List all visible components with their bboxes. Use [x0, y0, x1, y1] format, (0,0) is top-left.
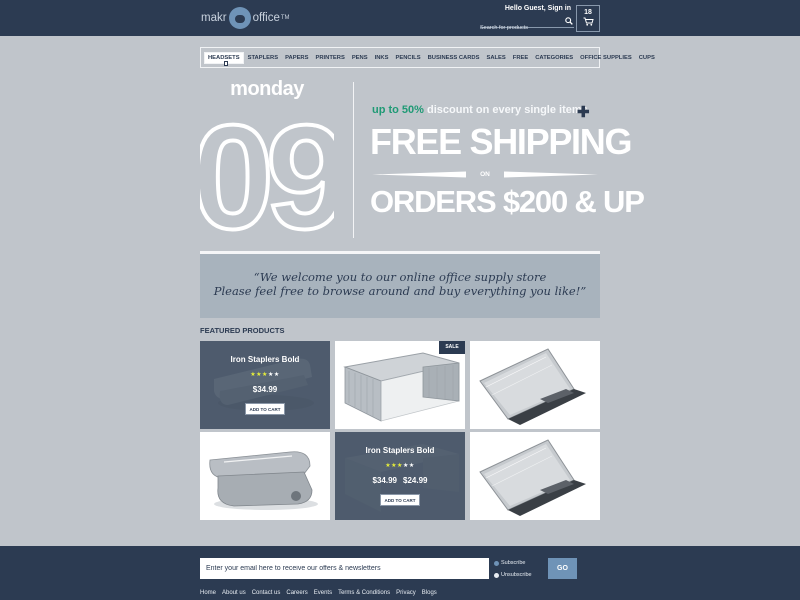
add-to-cart-button[interactable]: ADD TO CART [245, 403, 285, 415]
rating-stars: ★★★★★ [335, 462, 465, 469]
unsubscribe-label: Unsubscribe [501, 572, 532, 578]
nav-item-papers[interactable]: PAPERS [282, 53, 311, 63]
cart-button[interactable]: 18 [576, 5, 600, 32]
top-bar [0, 0, 800, 36]
nav-item-pencils[interactable]: PENCILS [392, 53, 423, 63]
featured-title: FEATURED PRODUCTS [200, 326, 285, 335]
product-price: $34.99 [252, 385, 278, 394]
subscribe-radio[interactable]: Subscribe [494, 560, 525, 566]
welcome-banner: “We welcome you to our online office sup… [200, 251, 600, 318]
nav-item-office-supplies[interactable]: OFFICE SUPPLIES [577, 53, 635, 63]
logo-right-text: office [252, 12, 280, 24]
search-input[interactable] [480, 22, 560, 34]
go-button[interactable]: GO [548, 558, 577, 579]
search-box [480, 16, 574, 34]
laptop-image [479, 348, 586, 425]
subscribe-label: Subscribe [501, 560, 526, 566]
nav-item-business-cards[interactable]: BUSINESS CARDS [425, 53, 483, 63]
hero-day: monday [230, 78, 304, 100]
logo-trademark: TM [280, 15, 290, 21]
footer-link-terms-conditions[interactable]: Terms & Conditions [338, 590, 390, 596]
product-card[interactable] [470, 341, 600, 429]
sale-price: $24.99 [403, 476, 428, 485]
product-price: $34.99 $24.99 [335, 476, 465, 485]
product-name[interactable]: Iron Staplers Bold [335, 446, 465, 455]
sale-badge: SALE [439, 341, 465, 354]
nav-item-pens[interactable]: PENS [349, 53, 371, 63]
star-filled-icon: ★★★ [385, 463, 403, 469]
logo[interactable]: makr office TM [201, 7, 290, 29]
promo-accent: up to 50% [372, 104, 424, 116]
promo-line: up to 50% discount on every single items [372, 104, 588, 116]
nav-item-staplers[interactable]: STAPLERS [245, 53, 282, 63]
product-card[interactable]: SALE [335, 341, 465, 429]
stapler-image [209, 451, 318, 510]
add-to-cart-button[interactable]: ADD TO CART [380, 494, 420, 506]
glass-desk-image [343, 352, 460, 422]
footer-links: Home About us Contact us Careers Events Terms… [200, 590, 443, 596]
product-card[interactable]: Iron Staplers Bold ★★★★★ $34.99 $24.99 AD… [335, 432, 465, 520]
product-card[interactable]: Iron Staplers Bold ★★★★★ $34.99 ADD TO C… [200, 341, 330, 429]
footer-link-careers[interactable]: Careers [286, 590, 307, 596]
on-label: ON [466, 169, 504, 180]
logo-face-icon [228, 7, 251, 29]
hero-headline: FREE SHIPPING [370, 121, 632, 162]
footer-link-home[interactable]: Home [200, 590, 216, 596]
product-card[interactable] [470, 432, 600, 520]
welcome-line-2: Please feel free to browse around and bu… [213, 284, 587, 298]
hero-subline: ORDERS $200 & UP [370, 184, 645, 219]
star-empty-icon: ★★ [402, 463, 415, 469]
product-card[interactable] [200, 432, 330, 520]
hero-date-number: 09 [200, 104, 334, 232]
footer-link-events[interactable]: Events [314, 590, 332, 596]
nav-item-inks[interactable]: INKS [372, 53, 392, 63]
footer-link-blogs[interactable]: Blogs [422, 590, 437, 596]
footer-link-about-us[interactable]: About us [222, 590, 246, 596]
rating-stars: ★★★★★ [200, 371, 330, 378]
sign-in-link[interactable]: Hello Guest, Sign in [505, 5, 571, 12]
cart-icon [583, 17, 594, 26]
unsubscribe-radio[interactable]: Unsubscribe [494, 572, 532, 578]
hero-date-text: 09 [200, 104, 334, 232]
nav-item-categories[interactable]: CATEGORIES [532, 53, 576, 63]
category-nav: HEADSETS STAPLERS PAPERS PRINTERS PENS INKS PE… [200, 47, 655, 68]
welcome-line-1: “We welcome you to our online office sup… [253, 270, 547, 284]
promo-rest: discount on every single items [423, 104, 588, 116]
nav-item-cups[interactable]: CUPS [636, 53, 658, 63]
search-icon[interactable] [565, 17, 573, 25]
star-filled-icon: ★★★ [250, 372, 268, 378]
old-price: $34.99 [372, 476, 397, 485]
star-empty-icon: ★★ [267, 372, 280, 378]
laptop-image [479, 439, 586, 516]
plus-icon: ✚ [577, 104, 590, 121]
radio-unselected-icon [494, 572, 499, 578]
product-grid: Iron Staplers Bold ★★★★★ $34.99 ADD TO C… [200, 341, 600, 521]
product-name[interactable]: Iron Staplers Bold [200, 355, 330, 364]
pointer-cursor-icon [224, 61, 228, 66]
nav-item-free[interactable]: FREE [510, 53, 531, 63]
logo-left-text: makr [201, 12, 227, 24]
hero-divider [353, 82, 354, 238]
footer-link-privacy[interactable]: Privacy [396, 590, 416, 596]
newsletter-email-input[interactable] [200, 558, 489, 579]
nav-item-printers[interactable]: PRINTERS [313, 53, 348, 63]
radio-selected-icon [494, 560, 499, 566]
footer-link-contact-us[interactable]: Contact us [252, 590, 281, 596]
cart-count: 18 [584, 9, 592, 16]
nav-item-sales[interactable]: SALES [483, 53, 508, 63]
